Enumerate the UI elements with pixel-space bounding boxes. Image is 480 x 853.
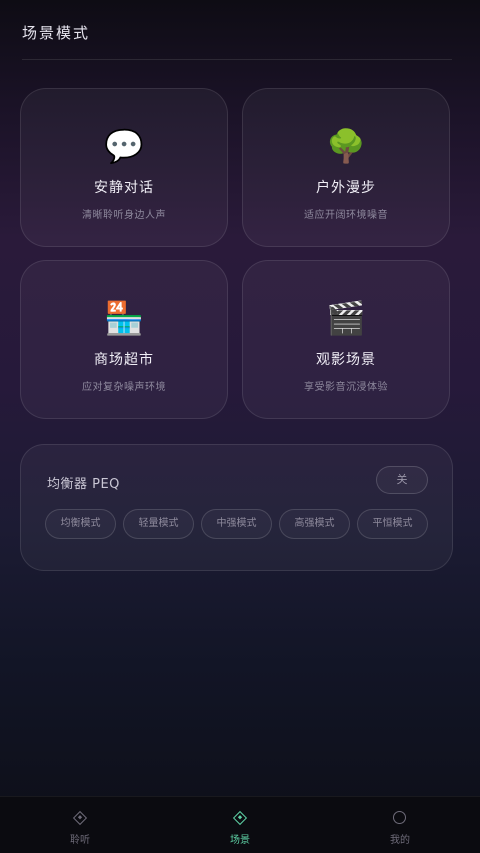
tab-label: 场景 <box>230 835 250 846</box>
page-title: 场景模式 <box>22 24 91 42</box>
preset-steady-button[interactable]: 平恒模式 <box>357 509 428 539</box>
scene-title: 安静对话 <box>94 180 154 196</box>
preset-strong-button[interactable]: 高强模式 <box>279 509 350 539</box>
scene-grid: 💬 安静对话 清晰聆听身边人声 🌳 户外漫步 适应开阔环境噪音 🏪 商场超市 应… <box>20 88 450 419</box>
scene-subtitle: 享受影音沉浸体验 <box>304 382 388 393</box>
tab-label: 我的 <box>390 835 410 846</box>
scene-title: 商场超市 <box>94 352 154 368</box>
speech-bubble-icon: 💬 <box>104 127 144 165</box>
diamond-icon <box>232 810 248 826</box>
scene-subtitle: 应对复杂噪声环境 <box>82 382 166 393</box>
tab-listen[interactable]: 聆听 <box>0 797 160 853</box>
tree-icon: 🌳 <box>326 127 366 165</box>
preset-medium-button[interactable]: 中强模式 <box>201 509 272 539</box>
diamond-icon <box>72 810 88 826</box>
scene-subtitle: 适应开阔环境噪音 <box>304 210 388 221</box>
scene-title: 户外漫步 <box>316 180 376 196</box>
preset-light-button[interactable]: 轻量模式 <box>123 509 194 539</box>
equalizer-panel: 均衡器 PEQ 关 均衡模式 轻量模式 中强模式 高强模式 平恒模式 <box>20 444 453 571</box>
bottom-tab-bar: 聆听 场景 我的 <box>0 796 480 853</box>
preset-balanced-button[interactable]: 均衡模式 <box>45 509 116 539</box>
equalizer-title: 均衡器 PEQ <box>47 477 120 492</box>
tab-label: 聆听 <box>70 835 90 846</box>
convenience-store-icon: 🏪 <box>104 299 144 337</box>
tab-mine[interactable]: 我的 <box>320 797 480 853</box>
scene-title: 观影场景 <box>316 352 376 368</box>
equalizer-toggle-button[interactable]: 关 <box>376 466 428 494</box>
circle-icon <box>393 811 407 825</box>
scene-card-movie[interactable]: 🎬 观影场景 享受影音沉浸体验 <box>242 260 450 419</box>
tab-scenes[interactable]: 场景 <box>160 797 320 853</box>
clapperboard-icon: 🎬 <box>326 299 366 337</box>
header-divider <box>22 59 452 60</box>
scene-card-outdoor-walk[interactable]: 🌳 户外漫步 适应开阔环境噪音 <box>242 88 450 247</box>
scene-card-shopping-mall[interactable]: 🏪 商场超市 应对复杂噪声环境 <box>20 260 228 419</box>
equalizer-presets: 均衡模式 轻量模式 中强模式 高强模式 平恒模式 <box>45 509 428 539</box>
scene-subtitle: 清晰聆听身边人声 <box>82 210 166 221</box>
scene-card-quiet-conversation[interactable]: 💬 安静对话 清晰聆听身边人声 <box>20 88 228 247</box>
